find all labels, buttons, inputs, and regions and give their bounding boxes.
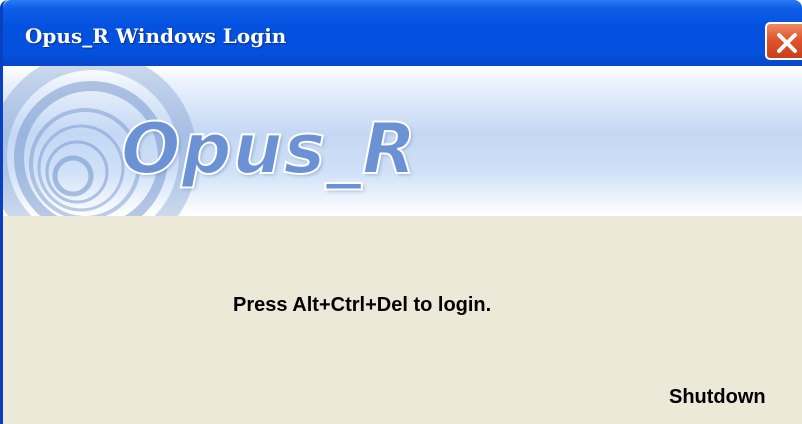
login-content: Press Alt+Ctrl+Del to login. Shutdown bbox=[3, 216, 802, 424]
opus-r-logo-text: Opus_R bbox=[120, 108, 418, 190]
close-icon bbox=[777, 33, 797, 53]
login-instruction: Press Alt+Ctrl+Del to login. bbox=[233, 294, 492, 316]
login-banner: Opus_R bbox=[3, 66, 802, 216]
title-bar[interactable]: Opus_R Windows Login bbox=[3, 0, 802, 66]
login-window: Opus_R Windows Login Opus_R Press Alt+Ct… bbox=[0, 0, 802, 424]
close-button[interactable] bbox=[765, 22, 802, 60]
shutdown-button[interactable]: Shutdown bbox=[669, 386, 766, 409]
window-title: Opus_R Windows Login bbox=[25, 24, 287, 48]
